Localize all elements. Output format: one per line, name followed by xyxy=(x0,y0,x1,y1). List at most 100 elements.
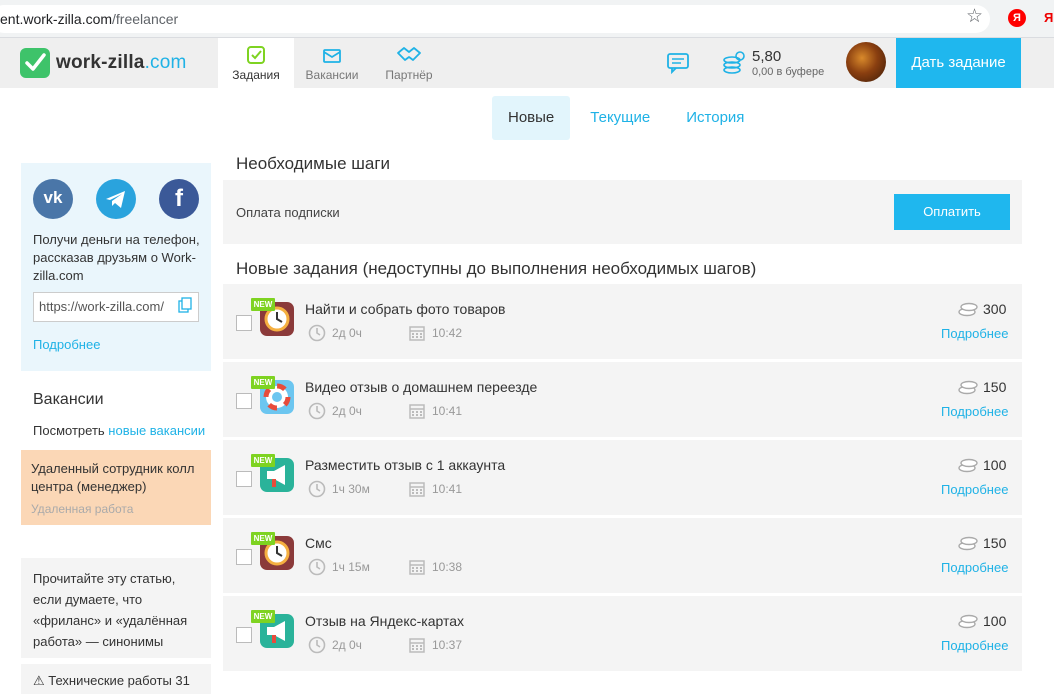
coins-icon xyxy=(958,458,978,473)
nav-partner-label: Партнёр xyxy=(385,68,433,82)
task-price: 300 xyxy=(983,301,1007,317)
calendar-icon xyxy=(409,326,425,341)
task-duration: 2д 0ч xyxy=(332,326,362,340)
balance-buffer: 0,00 в буфере xyxy=(752,66,825,78)
site-logo[interactable]: work-zilla.com xyxy=(20,48,187,78)
clock-icon xyxy=(308,636,326,654)
task-row[interactable]: NEW Видео отзыв о домашнем переезде 2д 0… xyxy=(223,362,1022,437)
balance-amount: 5,80 xyxy=(752,48,782,65)
task-price: 150 xyxy=(983,535,1007,551)
clock-icon xyxy=(308,324,326,342)
subscription-payment-label: Оплата подписки xyxy=(236,205,340,220)
referral-box: vk f Получи деньги на телефон, рассказав… xyxy=(21,163,211,371)
task-duration: 2д 0ч xyxy=(332,404,362,418)
new-tasks-title: Новые задания (недоступны до выполнения … xyxy=(236,259,757,278)
task-tabs: Новые Текущие История xyxy=(492,96,760,140)
bookmark-star-icon[interactable]: ☆ xyxy=(966,7,983,26)
task-name[interactable]: Отзыв на Яндекс-картах xyxy=(305,613,464,629)
task-checkbox[interactable] xyxy=(236,549,252,565)
main-nav: Задания Вакансии Партнёр xyxy=(218,38,448,88)
task-row[interactable]: NEW Найти и собрать фото товаров 2д 0ч 1… xyxy=(223,284,1022,359)
nav-tasks-label: Задания xyxy=(232,68,280,82)
browser-toolbar: ent.work-zilla.com/freelancer ☆ Я Я xyxy=(0,0,1054,38)
task-more-link[interactable]: Подробнее xyxy=(941,326,1008,341)
logo-check-icon xyxy=(20,48,50,78)
address-bar[interactable]: ent.work-zilla.com/freelancer xyxy=(0,5,990,33)
task-more-link[interactable]: Подробнее xyxy=(941,638,1008,653)
vk-icon[interactable]: vk xyxy=(33,179,73,219)
steps-box: Оплата подписки Оплатить xyxy=(223,180,1022,244)
article-card[interactable]: Прочитайте эту статью, если думаете, что… xyxy=(21,558,211,658)
new-badge: NEW xyxy=(251,532,275,545)
vacancies-title: Вакансии xyxy=(33,391,104,408)
nav-vacancies-label: Вакансии xyxy=(305,68,359,82)
url-text: ent.work-zilla.com/freelancer xyxy=(0,11,179,27)
coins-icon xyxy=(958,536,978,551)
task-checkbox[interactable] xyxy=(236,393,252,409)
referral-link-input[interactable]: https://work-zilla.com/ xyxy=(33,292,199,322)
tasks-icon xyxy=(247,46,265,64)
task-duration: 1ч 30м xyxy=(332,482,370,496)
task-price: 150 xyxy=(983,379,1007,395)
task-checkbox[interactable] xyxy=(236,315,252,331)
task-more-link[interactable]: Подробнее xyxy=(941,560,1008,575)
yandex-icon[interactable]: Я xyxy=(1008,9,1026,27)
vacancies-icon xyxy=(323,49,341,63)
task-time: 10:41 xyxy=(432,404,463,418)
task-row[interactable]: NEW Разместить отзыв с 1 аккаунта 1ч 30м… xyxy=(223,440,1022,515)
vacancy-card-subtitle: Удаленная работа xyxy=(31,502,134,516)
task-price: 100 xyxy=(983,457,1007,473)
task-name[interactable]: Найти и собрать фото товаров xyxy=(305,301,505,317)
tab-history[interactable]: История xyxy=(670,96,760,140)
partner-icon xyxy=(397,47,421,61)
vacancy-card-title: Удаленный сотрудник колл центра (менедже… xyxy=(31,461,195,494)
calendar-icon xyxy=(409,404,425,419)
task-more-link[interactable]: Подробнее xyxy=(941,482,1008,497)
task-duration: 2д 0ч xyxy=(332,638,362,652)
task-checkbox[interactable] xyxy=(236,627,252,643)
tab-current[interactable]: Текущие xyxy=(574,96,666,140)
task-more-link[interactable]: Подробнее xyxy=(941,404,1008,419)
calendar-icon xyxy=(409,560,425,575)
new-badge: NEW xyxy=(251,376,275,389)
task-name[interactable]: Разместить отзыв с 1 аккаунта xyxy=(305,457,505,473)
telegram-icon[interactable] xyxy=(96,179,136,219)
coins-icon xyxy=(958,380,978,395)
calendar-icon xyxy=(409,638,425,653)
task-row[interactable]: NEW Отзыв на Яндекс-картах 2д 0ч 10:37 1… xyxy=(223,596,1022,671)
facebook-icon[interactable]: f xyxy=(159,179,199,219)
clock-icon xyxy=(308,402,326,420)
new-badge: NEW xyxy=(251,610,275,623)
coins-icon xyxy=(958,302,978,317)
nav-tasks[interactable]: Задания xyxy=(218,38,294,88)
logo-text: work-zilla.com xyxy=(56,52,187,73)
task-duration: 1ч 15м xyxy=(332,560,370,574)
new-vacancies-link[interactable]: новые вакансии xyxy=(108,423,205,438)
give-task-button[interactable]: Дать задание xyxy=(896,38,1021,88)
avatar[interactable] xyxy=(846,42,886,82)
messages-icon[interactable] xyxy=(666,52,690,74)
yandex-extension-icon[interactable]: Я xyxy=(1044,10,1053,25)
vacancy-card[interactable]: Удаленный сотрудник колл центра (менедже… xyxy=(21,450,211,525)
copy-icon[interactable] xyxy=(178,297,192,313)
task-name[interactable]: Видео отзыв о домашнем переезде xyxy=(305,379,537,395)
nav-vacancies[interactable]: Вакансии xyxy=(294,38,370,88)
new-badge: NEW xyxy=(251,298,275,311)
pay-button[interactable]: Оплатить xyxy=(894,194,1010,230)
coins-icon xyxy=(958,614,978,629)
task-price: 100 xyxy=(983,613,1007,629)
nav-partner[interactable]: Партнёр xyxy=(370,38,448,88)
task-time: 10:38 xyxy=(432,560,463,574)
tab-new[interactable]: Новые xyxy=(492,96,571,140)
task-row[interactable]: NEW Смс 1ч 15м 10:38 150 Подробнее xyxy=(223,518,1022,593)
balance[interactable]: 5,80 0,00 в буфере xyxy=(752,48,824,78)
tech-notice[interactable]: ⚠ Технические работы 31 xyxy=(21,664,211,694)
vacancies-look: Посмотреть новые вакансии xyxy=(33,423,206,438)
clock-icon xyxy=(308,558,326,576)
referral-text: Получи деньги на телефон, рассказав друз… xyxy=(33,232,200,283)
task-checkbox[interactable] xyxy=(236,471,252,487)
calendar-icon xyxy=(409,482,425,497)
task-name[interactable]: Смс xyxy=(305,535,332,551)
steps-title: Необходимые шаги xyxy=(236,154,391,173)
referral-more-link[interactable]: Подробнее xyxy=(33,337,100,352)
